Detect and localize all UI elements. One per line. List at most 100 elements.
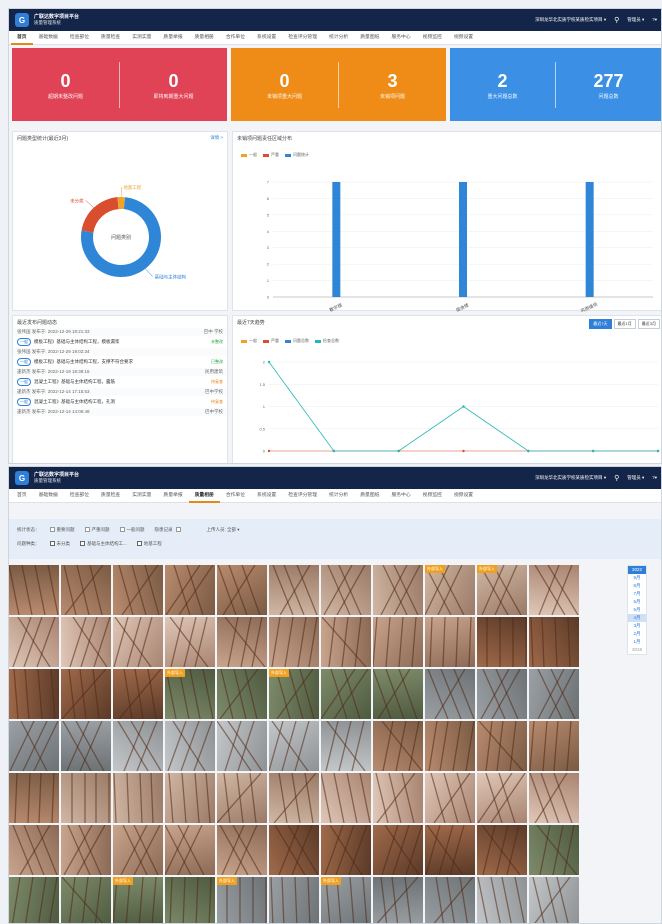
photo-thumbnail[interactable]: [425, 773, 475, 823]
nav-item[interactable]: 实测实量: [126, 489, 157, 503]
range-tab[interactable]: 最近1月: [613, 319, 636, 329]
series-point[interactable]: [332, 449, 336, 453]
photo-thumbnail[interactable]: [373, 669, 423, 719]
year-item[interactable]: 2022: [628, 566, 646, 574]
checkbox-box[interactable]: [80, 541, 85, 547]
feed-item[interactable]: 逢新杰 发布于: 2022-12-19 18:38:16 民用建筑 一般 混凝土工程》…: [13, 368, 227, 388]
photo-thumbnail[interactable]: [9, 669, 59, 719]
photo-thumbnail[interactable]: 外部导入: [425, 565, 475, 615]
series-point[interactable]: [656, 449, 660, 453]
nav-item[interactable]: 合作单位: [220, 489, 251, 503]
type-checkbox[interactable]: 地基工程: [136, 541, 162, 547]
legend-item[interactable]: 问题总数: [285, 338, 309, 344]
photo-thumbnail[interactable]: [165, 565, 215, 615]
photo-thumbnail[interactable]: [373, 617, 423, 667]
photo-thumbnail[interactable]: [113, 773, 163, 823]
photo-thumbnail[interactable]: [477, 617, 527, 667]
photo-thumbnail[interactable]: [9, 825, 59, 875]
bar[interactable]: [585, 182, 594, 297]
stat-card[interactable]: 0 未销项重大问题 3 未销项问题: [231, 48, 446, 121]
donut-slice[interactable]: [81, 197, 119, 233]
photo-thumbnail[interactable]: [165, 877, 215, 923]
nav-item[interactable]: 检查评分管理: [282, 489, 323, 503]
photo-thumbnail[interactable]: [217, 669, 267, 719]
nav-item[interactable]: 视频设置: [448, 489, 479, 503]
type-checkbox[interactable]: 未分类: [49, 541, 70, 547]
month-item[interactable]: 2月: [628, 630, 646, 638]
bar[interactable]: [332, 182, 341, 297]
photo-thumbnail[interactable]: [321, 565, 371, 615]
nav-item[interactable]: 统计分析: [323, 31, 354, 45]
photo-thumbnail[interactable]: [529, 721, 579, 771]
photo-thumbnail[interactable]: [165, 773, 215, 823]
photo-thumbnail[interactable]: [321, 617, 371, 667]
nav-item[interactable]: 质量相册: [189, 31, 220, 45]
nav-item[interactable]: 检查部位: [64, 489, 95, 503]
photo-thumbnail[interactable]: [269, 877, 319, 923]
photo-thumbnail[interactable]: [9, 877, 59, 923]
stat-card[interactable]: 2 重大问题总数 277 问题总数: [450, 48, 661, 121]
photo-thumbnail[interactable]: 外部导入: [269, 669, 319, 719]
help-icon[interactable]: ?▾: [652, 475, 657, 481]
nav-item[interactable]: 质量图纸: [354, 31, 385, 45]
photo-thumbnail[interactable]: [321, 773, 371, 823]
nav-item[interactable]: 系统设置: [251, 31, 282, 45]
legend-item[interactable]: 检查总数: [315, 338, 339, 344]
nav-item[interactable]: 统计分析: [323, 489, 354, 503]
help-icon[interactable]: ?▾: [652, 17, 657, 23]
month-item[interactable]: 7月: [628, 590, 646, 598]
month-item[interactable]: 4月: [628, 614, 646, 622]
photo-thumbnail[interactable]: [61, 877, 111, 923]
legend-item[interactable]: 严重: [263, 338, 279, 344]
photo-thumbnail[interactable]: [113, 669, 163, 719]
photo-thumbnail[interactable]: [425, 877, 475, 923]
donut-detail-link[interactable]: 详情 >: [210, 135, 223, 141]
photo-thumbnail[interactable]: [373, 877, 423, 923]
stat-card[interactable]: 0 超期未整改问题 0 即将到期重大问题: [12, 48, 227, 121]
project-selector[interactable]: 深圳龙华北实质学校某质检实项目 ▾: [535, 17, 606, 23]
location-icon[interactable]: ⚲: [614, 16, 619, 24]
photo-thumbnail[interactable]: [61, 721, 111, 771]
photo-thumbnail[interactable]: 外部导入: [165, 669, 215, 719]
series-point[interactable]: [267, 449, 271, 453]
photo-thumbnail[interactable]: [61, 669, 111, 719]
type-checkbox[interactable]: 基础与主体结构工...: [80, 541, 127, 547]
nav-item[interactable]: 实测实量: [126, 31, 157, 45]
feed-item[interactable]: 逢新杰 发布于: 2022-12-14 17:15:53 巴中学校 一般 混凝土工程》…: [13, 388, 227, 408]
photo-thumbnail[interactable]: [373, 721, 423, 771]
photo-thumbnail[interactable]: [61, 773, 111, 823]
photo-thumbnail[interactable]: [217, 825, 267, 875]
photo-thumbnail[interactable]: [113, 617, 163, 667]
photo-thumbnail[interactable]: [269, 773, 319, 823]
nav-item[interactable]: 检查部位: [64, 31, 95, 45]
photo-thumbnail[interactable]: [61, 565, 111, 615]
photo-thumbnail[interactable]: [269, 617, 319, 667]
year-item[interactable]: 2018: [628, 646, 646, 654]
month-item[interactable]: 5月: [628, 606, 646, 614]
photo-thumbnail[interactable]: [113, 825, 163, 875]
checkbox-box[interactable]: [136, 541, 142, 547]
photo-thumbnail[interactable]: [477, 721, 527, 771]
range-tab[interactable]: 最近3月: [637, 319, 660, 329]
month-item[interactable]: 3月: [628, 622, 646, 630]
series-point[interactable]: [591, 449, 595, 453]
photo-thumbnail[interactable]: [61, 617, 111, 667]
range-tab[interactable]: 最近7天: [589, 319, 612, 329]
photo-thumbnail[interactable]: [373, 825, 423, 875]
checkbox-box[interactable]: [49, 541, 55, 547]
nav-item[interactable]: 质量举报: [157, 31, 188, 45]
photo-thumbnail[interactable]: [269, 565, 319, 615]
checkbox-box[interactable]: [49, 527, 55, 533]
nav-item[interactable]: 质量检查: [95, 489, 126, 503]
photo-thumbnail[interactable]: [217, 617, 267, 667]
photo-thumbnail[interactable]: [529, 669, 579, 719]
month-item[interactable]: 6月: [628, 598, 646, 606]
photo-thumbnail[interactable]: [9, 617, 59, 667]
photo-thumbnail[interactable]: [269, 825, 319, 875]
photo-thumbnail[interactable]: [477, 825, 527, 875]
bar[interactable]: [459, 182, 467, 297]
photo-thumbnail[interactable]: 外部导入: [113, 877, 163, 923]
user-menu[interactable]: 管理员 ▾: [627, 17, 644, 23]
month-item[interactable]: 9月: [628, 574, 646, 582]
series-point[interactable]: [397, 449, 400, 453]
